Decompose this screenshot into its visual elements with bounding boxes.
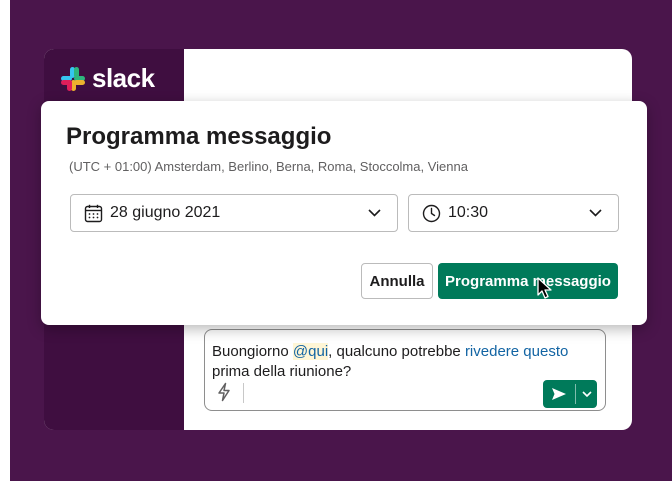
timezone-label: (UTC + 01:00) Amsterdam, Berlino, Berna,… (69, 159, 468, 174)
slack-logo-icon (61, 66, 85, 91)
composer-toolbar (205, 376, 605, 410)
schedule-options-button[interactable] (576, 380, 597, 408)
lightning-icon[interactable] (216, 382, 232, 407)
message-link[interactable]: rivedere questo (465, 343, 568, 360)
send-button[interactable] (543, 380, 575, 408)
dialog-title: Programma messaggio (66, 123, 332, 150)
calendar-icon (84, 204, 103, 223)
date-value: 28 giugno 2021 (110, 204, 221, 221)
send-button-group (543, 380, 597, 408)
chevron-down-icon (581, 391, 592, 397)
chevron-down-icon (368, 209, 381, 217)
slack-wordmark: slack (92, 63, 155, 93)
message-text: Buongiorno (212, 343, 293, 360)
send-icon (552, 388, 566, 400)
toolbar-divider (243, 383, 244, 403)
time-value: 10:30 (448, 204, 489, 221)
mention-here[interactable]: @qui (292, 343, 329, 360)
mouse-pointer-icon (537, 277, 553, 306)
date-select[interactable]: 28 giugno 2021 (70, 194, 398, 232)
schedule-message-button[interactable]: Programma messaggio (438, 263, 618, 299)
message-text: , qualcuno potrebbe (328, 343, 465, 360)
schedule-message-dialog: Programma messaggio (UTC + 01:00) Amster… (41, 101, 647, 325)
slack-logo: slack (60, 63, 155, 94)
chevron-down-icon (589, 209, 602, 217)
time-select[interactable]: 10:30 (408, 194, 619, 232)
message-composer[interactable]: Buongiorno @qui, qualcuno potrebbe rived… (204, 329, 606, 411)
cancel-button[interactable]: Annulla (361, 263, 433, 299)
clock-icon (422, 204, 441, 223)
